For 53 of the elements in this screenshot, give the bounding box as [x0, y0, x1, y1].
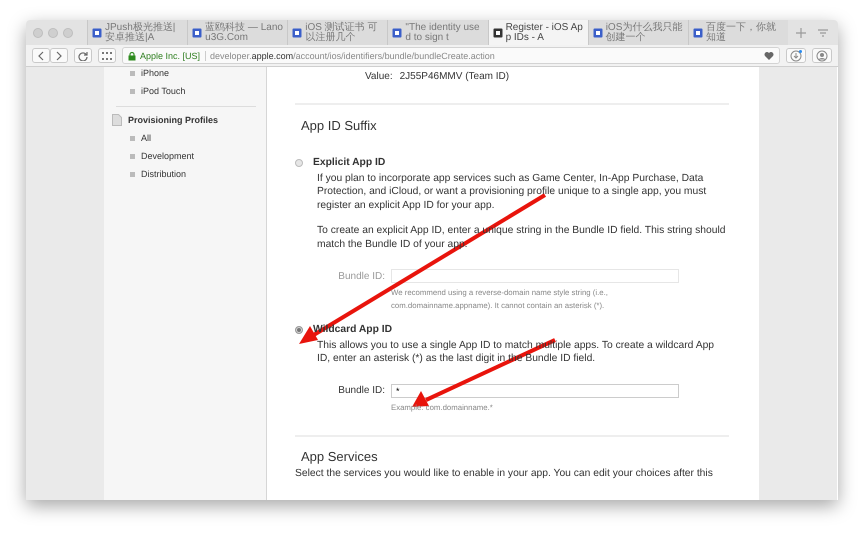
tab-title: iOS 测试证书 可以注册几个 — [305, 22, 379, 42]
sidebar-item[interactable]: iPod Touch — [112, 82, 256, 100]
person-icon — [816, 50, 828, 62]
tab-title: JPush极光推送|安卓推送|A — [105, 22, 176, 42]
bundle-id-field[interactable]: * — [391, 384, 679, 398]
address-field[interactable]: Apple Inc. [US] developer.apple.com/account/ios/identifiers/bundle/bundleCreate.action — [122, 47, 780, 64]
site-identity: Apple Inc. [US] — [140, 50, 206, 60]
page-icon — [192, 28, 202, 38]
tab-title: 蓝鸥科技 — Lanou3G.Com — [205, 22, 284, 42]
browser-tab[interactable]: Register - iOS App IDs - A — [488, 20, 588, 45]
heart-icon — [764, 51, 774, 60]
back-button[interactable] — [32, 48, 50, 63]
value-text: 2J55P46MMV (Team ID) — [400, 71, 510, 82]
page-icon — [692, 28, 703, 38]
page-icon — [392, 28, 402, 38]
lock-icon — [128, 50, 136, 60]
downloads-button[interactable] — [786, 48, 806, 63]
section-heading: App Services — [301, 448, 379, 464]
chevron-left-icon — [37, 50, 45, 60]
plus-icon — [795, 26, 807, 38]
radio-button[interactable] — [295, 326, 303, 334]
sidebar-heading: Provisioning Profiles — [128, 115, 218, 125]
description-text: If you plan to incorporate app services such as Game Center, In-App Purchase, Data Protection, and iCloud, or want a provisioning profile unique to a single app, you must register an explicit App ID for your app. — [317, 172, 708, 212]
field-label: Bundle ID: — [337, 385, 385, 396]
page-icon — [92, 28, 102, 38]
page-icon — [492, 28, 503, 38]
chevron-right-icon — [55, 50, 63, 60]
download-icon — [790, 50, 802, 62]
tab-title: "The identity used to sign t — [405, 22, 481, 42]
radio-button[interactable] — [295, 158, 303, 166]
sidebar-item[interactable]: Development — [112, 147, 256, 165]
tab-title: Register - iOS App IDs - A — [506, 22, 584, 42]
reload-button[interactable] — [74, 48, 92, 63]
option-title: Explicit App ID — [313, 157, 386, 168]
page-icon — [292, 28, 302, 38]
sidebar-item[interactable]: Distribution — [112, 165, 256, 183]
description-text: Select the services you would like to enable in your app. You can edit your choices after this — [295, 466, 714, 480]
document-icon — [112, 114, 122, 126]
value-label: Value: — [365, 71, 393, 82]
account-button[interactable] — [812, 48, 832, 63]
reload-icon — [78, 50, 88, 60]
grid-button[interactable] — [98, 48, 116, 63]
tab-list-icon — [817, 26, 829, 38]
forward-button[interactable] — [50, 48, 68, 63]
section-heading: App ID Suffix — [301, 118, 378, 133]
page-icon — [592, 28, 603, 38]
page-url: developer.apple.com/account/ios/identifiers/bundle/bundleCreate.action — [210, 50, 496, 60]
tab-title: iOS为什么我只能创建一个 — [606, 22, 684, 42]
sidebar-item[interactable]: All — [112, 129, 256, 147]
tab-title: 百度一下，你就知道 — [706, 22, 777, 42]
grid-icon — [102, 52, 112, 60]
field-label: Bundle ID: — [337, 270, 385, 282]
sidebar-item[interactable]: iPhone — [112, 67, 256, 82]
